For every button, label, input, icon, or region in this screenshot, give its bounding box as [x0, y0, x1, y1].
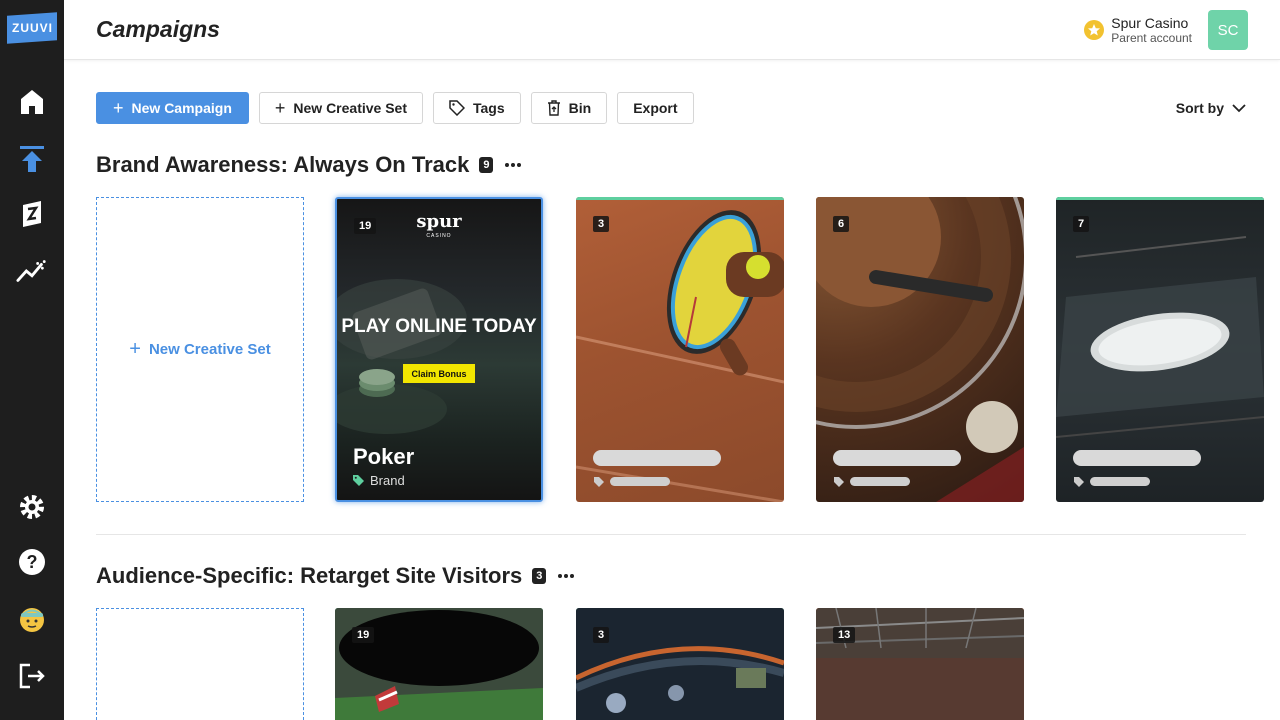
creative-set-card[interactable]: 3: [576, 608, 784, 720]
bin-icon: [547, 100, 560, 116]
card-tag-label: Brand: [370, 473, 405, 488]
card-title-placeholder: [833, 450, 961, 466]
logo-text: ZUUVI: [11, 21, 53, 35]
section-title: Brand Awareness: Always On Track: [96, 152, 470, 177]
new-campaign-button[interactable]: + New Campaign: [96, 92, 249, 124]
section-divider: [96, 534, 1246, 535]
creative-count-badge: 6: [833, 216, 850, 232]
tag-icon: [353, 475, 364, 486]
creative-set-card[interactable]: 13: [816, 608, 1024, 720]
sidebar: ZUUVI ?: [0, 0, 64, 720]
more-options-icon[interactable]: [503, 155, 523, 175]
card-tag-placeholder: [850, 477, 910, 486]
new-creative-set-label: New Creative Set: [293, 100, 407, 116]
card-headline: PLAY ONLINE TODAY: [341, 316, 537, 337]
creative-set-card[interactable]: 7: [1056, 197, 1264, 502]
card-title-placeholder: [593, 450, 721, 466]
upload-icon[interactable]: [16, 143, 48, 175]
creative-count-badge: 3: [593, 627, 610, 643]
creative-count-badge: 19: [352, 627, 375, 643]
zuuvi-logo[interactable]: ZUUVI: [7, 12, 57, 44]
creative-count-badge: 13: [833, 627, 856, 643]
new-campaign-label: New Campaign: [131, 100, 232, 116]
card-tag-placeholder: [610, 477, 670, 486]
stadium-lights-photo: [576, 608, 784, 720]
top-header: Campaigns Spur Casino Parent account SC: [64, 0, 1280, 60]
card-title: Poker: [353, 444, 415, 469]
new-creative-set-placeholder[interactable]: + New Creative Set: [96, 197, 304, 502]
home-icon[interactable]: [16, 86, 48, 118]
tags-label: Tags: [473, 100, 505, 116]
sort-by-dropdown[interactable]: Sort by: [1176, 100, 1246, 116]
svg-text:?: ?: [27, 552, 38, 572]
creative-set-card[interactable]: spur CASINO 19 PLAY ONLINE TODAY Claim B…: [335, 197, 543, 502]
account-role: Parent account: [1111, 31, 1192, 45]
creative-count-badge: 3: [593, 216, 610, 232]
bin-button[interactable]: Bin: [530, 92, 608, 124]
tag-icon: [594, 477, 604, 487]
tag-icon: [834, 477, 844, 487]
new-creative-set-placeholder[interactable]: [96, 608, 304, 720]
export-button[interactable]: Export: [617, 92, 694, 124]
card-cta: Claim Bonus: [403, 364, 475, 383]
plus-icon: +: [129, 338, 141, 360]
section-header: Brand Awareness: Always On Track 9: [96, 152, 523, 178]
plus-icon: +: [274, 97, 286, 118]
emoji-avatar-icon[interactable]: [16, 604, 48, 636]
stadium-crowd-photo: [816, 608, 1024, 720]
creative-count-badge: 7: [1073, 216, 1090, 232]
tag-icon: [1074, 477, 1084, 487]
account-name: Spur Casino: [1111, 15, 1189, 31]
creative-set-card[interactable]: 19: [335, 608, 543, 720]
analytics-icon[interactable]: [16, 255, 48, 287]
brand-z-icon[interactable]: [16, 198, 48, 230]
user-avatar[interactable]: SC: [1208, 10, 1248, 50]
card-tag-placeholder: [1090, 477, 1150, 486]
plus-icon: +: [113, 97, 124, 118]
bin-label: Bin: [568, 100, 592, 116]
card-tag: Brand: [353, 473, 405, 488]
star-badge-icon: [1084, 20, 1104, 40]
creative-set-card[interactable]: 6: [816, 197, 1024, 502]
sort-by-label: Sort by: [1175, 100, 1224, 116]
new-creative-set-button[interactable]: + New Creative Set: [258, 92, 423, 124]
toolbar: + New Campaign + New Creative Set Tags B…: [96, 92, 694, 124]
card-title-placeholder: [1073, 450, 1201, 466]
logout-icon[interactable]: [16, 660, 48, 692]
account-info[interactable]: Spur Casino Parent account: [1111, 15, 1192, 46]
creative-count-badge: 19: [354, 218, 377, 234]
football-stadium-photo: [335, 608, 543, 720]
creative-set-card[interactable]: 3: [576, 197, 784, 502]
chevron-down-icon: [1232, 104, 1246, 113]
settings-icon[interactable]: [16, 491, 48, 523]
more-options-icon[interactable]: [556, 566, 576, 586]
section-header: Audience-Specific: Retarget Site Visitor…: [96, 563, 576, 589]
poker-hand-photo: [337, 279, 467, 434]
new-creative-set-placeholder-label: New Creative Set: [148, 341, 271, 358]
export-label: Export: [633, 100, 678, 116]
section-title: Audience-Specific: Retarget Site Visitor…: [96, 563, 523, 588]
tag-icon: [449, 100, 465, 116]
page-title: Campaigns: [96, 16, 220, 42]
section-count-badge: 3: [532, 568, 547, 584]
section-count-badge: 9: [479, 157, 494, 173]
tags-button[interactable]: Tags: [433, 92, 521, 124]
help-icon[interactable]: ?: [16, 546, 48, 578]
